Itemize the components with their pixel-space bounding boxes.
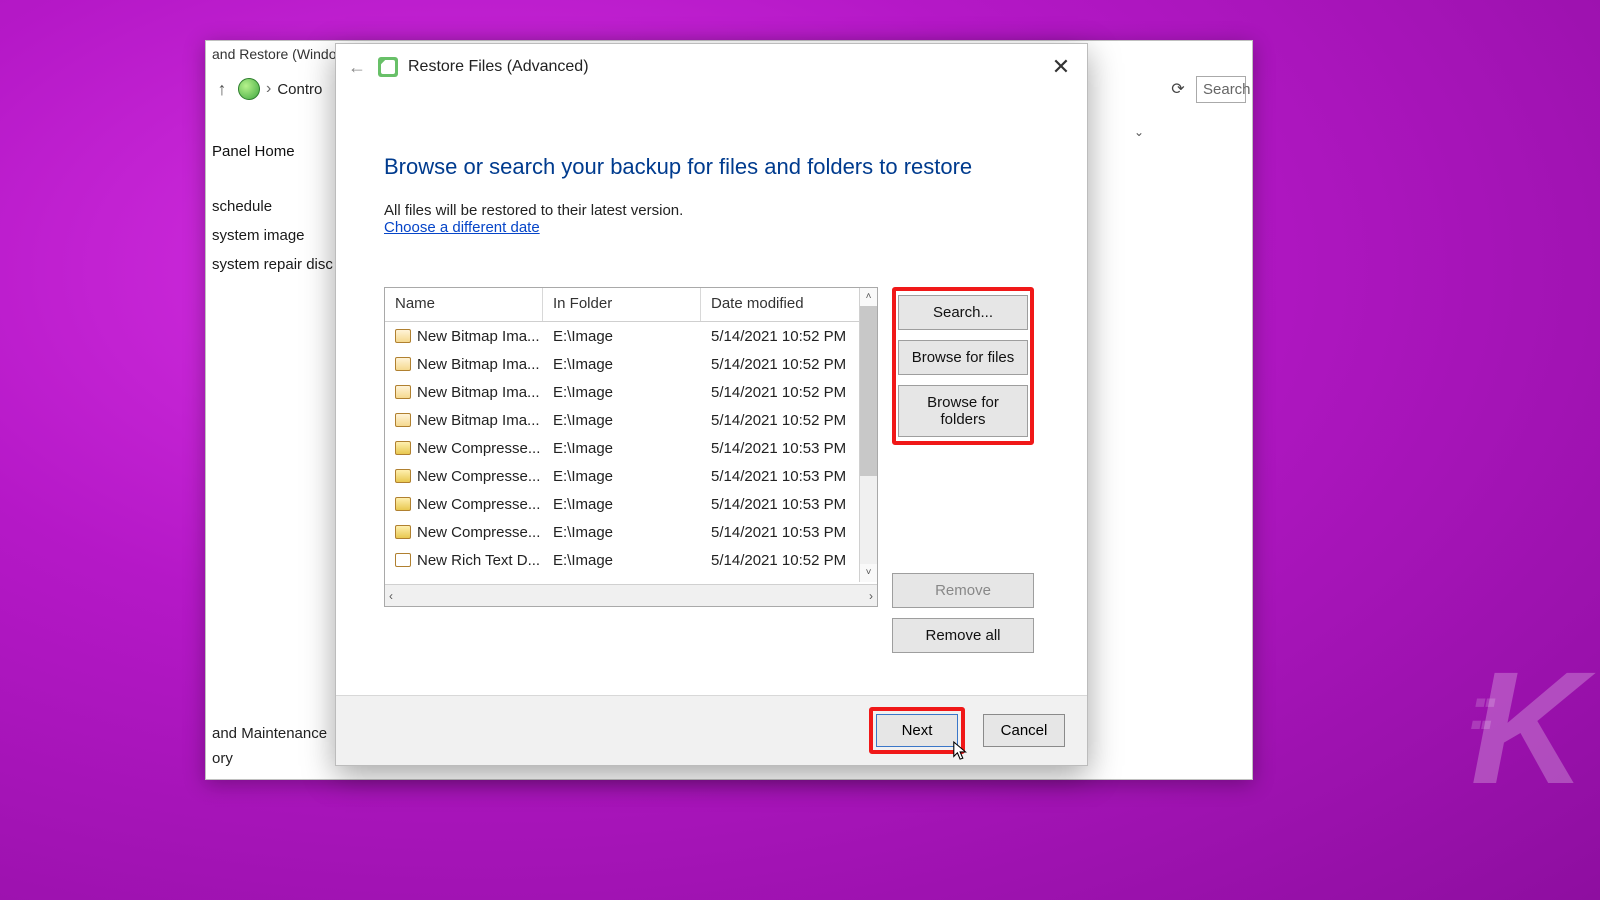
browse-files-button[interactable]: Browse for files (898, 340, 1028, 375)
file-icon (395, 357, 411, 371)
file-name: New Bitmap Ima... (417, 356, 540, 373)
sidebar-item-home[interactable]: Panel Home (206, 137, 336, 166)
highlighted-button-group: Search... Browse for files Browse for fo… (892, 287, 1034, 445)
table-header: Name In Folder Date modified (385, 288, 877, 322)
col-header-name[interactable]: Name (385, 288, 543, 321)
horizontal-scrollbar[interactable]: ‹ › (385, 584, 877, 606)
file-date: 5/14/2021 10:53 PM (701, 496, 877, 513)
watermark: ::K (1468, 636, 1576, 820)
file-icon (395, 385, 411, 399)
file-icon (395, 329, 411, 343)
sidebar-item-maintenance[interactable]: and Maintenance (206, 721, 333, 746)
table-row[interactable]: New Compresse...E:\Image5/14/2021 10:53 … (385, 434, 877, 462)
table-row[interactable]: New Bitmap Ima...E:\Image5/14/2021 10:52… (385, 350, 877, 378)
file-name: New Bitmap Ima... (417, 384, 540, 401)
file-name: New Compresse... (417, 524, 540, 541)
chevron-down-icon[interactable]: ⌄ (1134, 125, 1144, 139)
file-folder: E:\Image (543, 552, 701, 569)
control-panel-sidebar: Panel Home schedule system image system … (206, 137, 336, 279)
up-arrow-icon[interactable]: ↑ (212, 79, 232, 100)
next-button[interactable]: Next (876, 714, 958, 747)
next-button-highlight: Next (869, 707, 965, 754)
search-input[interactable]: Search (1196, 76, 1246, 103)
file-date: 5/14/2021 10:52 PM (701, 356, 877, 373)
file-date: 5/14/2021 10:52 PM (701, 412, 877, 429)
back-arrow-icon[interactable]: ← (346, 57, 368, 78)
col-header-date[interactable]: Date modified (701, 288, 877, 321)
scroll-right-icon[interactable]: › (869, 589, 873, 603)
table-row[interactable]: New Rich Text D...E:\Image5/14/2021 10:5… (385, 546, 877, 574)
dialog-heading: Browse or search your backup for files a… (384, 154, 1039, 180)
scroll-left-icon[interactable]: ‹ (389, 589, 393, 603)
file-date: 5/14/2021 10:52 PM (701, 384, 877, 401)
file-name: New Compresse... (417, 468, 540, 485)
vertical-scrollbar[interactable]: ˄ ˅ (859, 288, 877, 582)
scroll-up-icon[interactable]: ˄ (860, 288, 877, 306)
close-icon[interactable]: ✕ (1045, 54, 1077, 80)
table-row[interactable]: New Compresse...E:\Image5/14/2021 10:53 … (385, 490, 877, 518)
table-row[interactable]: New Bitmap Ima...E:\Image5/14/2021 10:52… (385, 322, 877, 350)
file-name: New Rich Text D... (417, 552, 540, 569)
file-folder: E:\Image (543, 468, 701, 485)
file-name: New Bitmap Ima... (417, 412, 540, 429)
restore-icon (378, 57, 398, 77)
file-date: 5/14/2021 10:53 PM (701, 440, 877, 457)
cancel-button[interactable]: Cancel (983, 714, 1065, 747)
sidebar-item-repair-disc[interactable]: system repair disc (206, 250, 336, 279)
table-row[interactable]: New Bitmap Ima...E:\Image5/14/2021 10:52… (385, 406, 877, 434)
side-button-column: Search... Browse for files Browse for fo… (892, 287, 1034, 653)
search-button[interactable]: Search... (898, 295, 1028, 330)
scroll-down-icon[interactable]: ˅ (860, 564, 877, 582)
dialog-subtext: All files will be restored to their late… (384, 202, 1039, 219)
file-name: New Compresse... (417, 496, 540, 513)
file-icon (395, 553, 411, 567)
table-row[interactable]: New Compresse...E:\Image5/14/2021 10:53 … (385, 518, 877, 546)
refresh-icon[interactable]: ⟳ (1168, 79, 1188, 99)
file-icon (395, 469, 411, 483)
col-header-folder[interactable]: In Folder (543, 288, 701, 321)
file-icon (395, 441, 411, 455)
sidebar-item-history[interactable]: ory (206, 746, 333, 771)
file-folder: E:\Image (543, 524, 701, 541)
file-date: 5/14/2021 10:53 PM (701, 524, 877, 541)
remove-all-button[interactable]: Remove all (892, 618, 1034, 653)
remove-button[interactable]: Remove (892, 573, 1034, 608)
table-row[interactable]: New Bitmap Ima...E:\Image5/14/2021 10:52… (385, 378, 877, 406)
dialog-titlebar: ← Restore Files (Advanced) ✕ (336, 44, 1087, 90)
browse-folders-button[interactable]: Browse for folders (898, 385, 1028, 437)
file-date: 5/14/2021 10:52 PM (701, 552, 877, 569)
sidebar-item-system-image[interactable]: system image (206, 221, 336, 250)
file-folder: E:\Image (543, 412, 701, 429)
sidebar-lower: and Maintenance ory (206, 721, 333, 771)
file-folder: E:\Image (543, 356, 701, 373)
file-name: New Bitmap Ima... (417, 328, 540, 345)
dialog-footer: Next Cancel (336, 695, 1087, 765)
file-folder: E:\Image (543, 328, 701, 345)
control-panel-icon (238, 78, 260, 100)
table-row[interactable]: New Compresse...E:\Image5/14/2021 10:53 … (385, 462, 877, 490)
file-name: New Compresse... (417, 440, 540, 457)
file-date: 5/14/2021 10:53 PM (701, 468, 877, 485)
file-folder: E:\Image (543, 440, 701, 457)
restore-files-dialog: ← Restore Files (Advanced) ✕ Browse or s… (335, 43, 1088, 766)
dialog-title: Restore Files (Advanced) (408, 58, 589, 76)
scroll-thumb[interactable] (860, 306, 877, 476)
file-folder: E:\Image (543, 496, 701, 513)
file-list-table: Name In Folder Date modified New Bitmap … (384, 287, 878, 607)
file-date: 5/14/2021 10:52 PM (701, 328, 877, 345)
file-icon (395, 525, 411, 539)
file-icon (395, 413, 411, 427)
file-folder: E:\Image (543, 384, 701, 401)
choose-date-link[interactable]: Choose a different date (384, 219, 540, 236)
sidebar-item-schedule[interactable]: schedule (206, 192, 336, 221)
file-icon (395, 497, 411, 511)
